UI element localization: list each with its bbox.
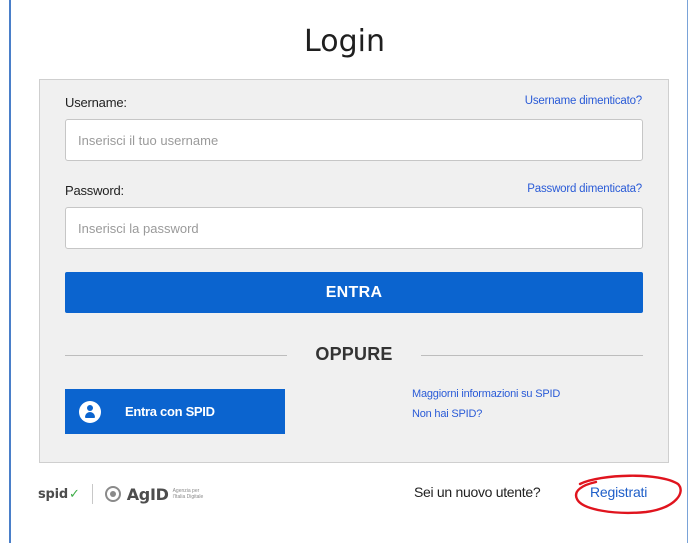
page-title: Login [304,24,385,59]
username-label: Username: [65,95,127,110]
agid-logo: AgID [126,484,169,504]
forgot-username-link[interactable]: Username dimenticato? [525,95,642,107]
spid-button-label: Entra con SPID [125,404,215,419]
password-input[interactable] [65,207,643,249]
footer-logos: spid✓ AgID Agenzia per l'Italia Digitale [38,483,207,505]
new-user-text: Sei un nuovo utente? [414,484,541,500]
username-input[interactable] [65,119,643,161]
divider-left [65,355,287,356]
forgot-password-link[interactable]: Password dimenticata? [527,183,642,195]
login-button[interactable]: ENTRA [65,272,643,313]
check-icon: ✓ [69,486,80,502]
password-label: Password: [65,183,124,198]
spid-logo: spid✓ [38,486,80,502]
spid-info-link[interactable]: Maggiorni informazioni su SPID [412,388,560,400]
user-icon [79,400,101,423]
login-card: Username: Username dimenticato? Password… [39,79,669,463]
logo-separator [91,484,93,504]
divider-right [421,355,643,356]
separator-text: OPPURE [315,344,393,364]
register-link[interactable]: Registrati [590,484,647,500]
spid-login-button[interactable]: Entra con SPID [65,389,285,434]
agid-subtitle: Agenzia per l'Italia Digitale [172,488,204,500]
no-spid-link[interactable]: Non hai SPID? [412,408,482,420]
emblem-icon [104,486,121,502]
